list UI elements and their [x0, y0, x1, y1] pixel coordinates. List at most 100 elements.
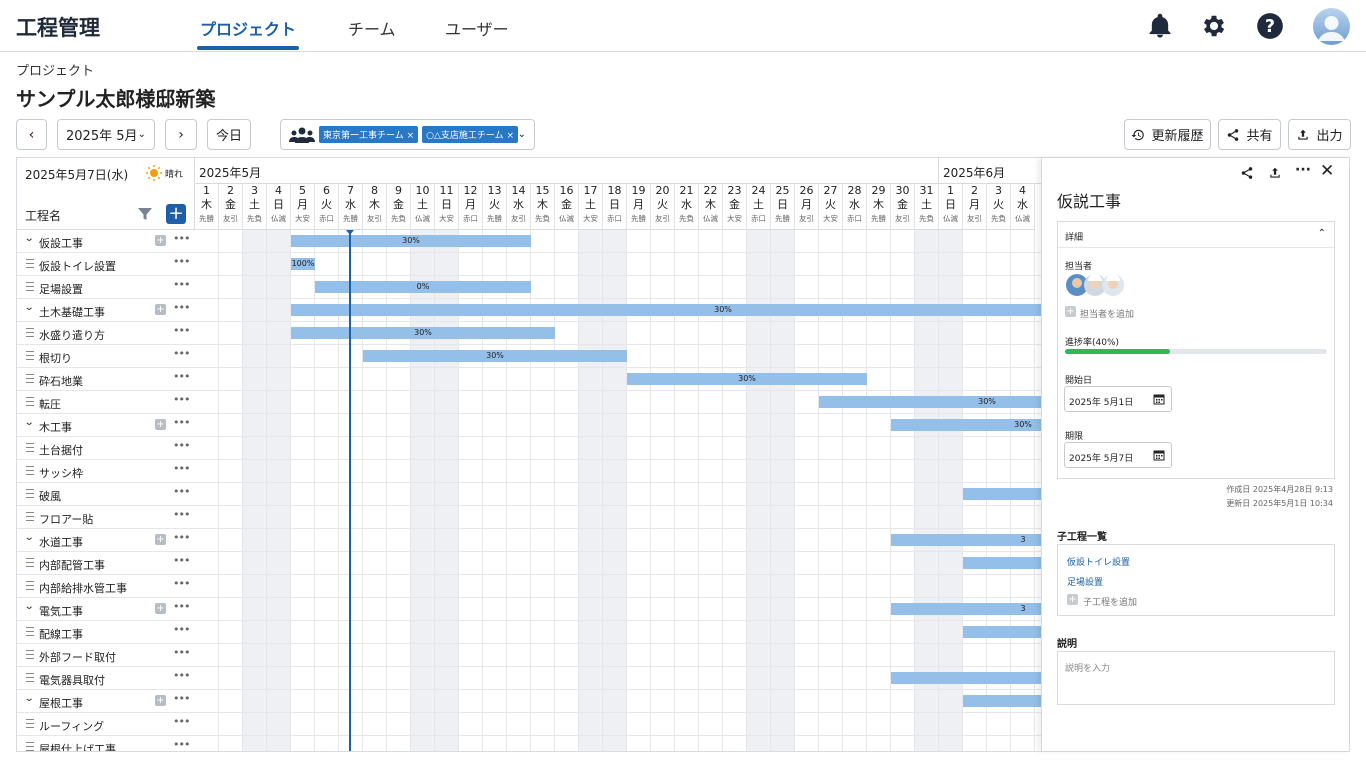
add-subtask-icon[interactable]: + [155, 603, 166, 614]
add-subtask-icon[interactable]: + [155, 534, 166, 545]
drag-handle-icon[interactable] [26, 673, 34, 682]
more-options-icon[interactable]: ••• [173, 393, 190, 406]
add-subtask-icon[interactable]: + [155, 304, 166, 315]
today-button[interactable]: 今日 [207, 119, 251, 150]
drag-handle-icon[interactable] [26, 328, 34, 337]
drag-handle-icon[interactable] [26, 742, 34, 751]
task-bar[interactable]: 30% [363, 350, 627, 362]
child-link[interactable]: 仮設トイレ設置 [1067, 555, 1130, 568]
drag-handle-icon[interactable] [26, 443, 34, 452]
tab-projects[interactable]: プロジェクト [200, 16, 296, 40]
more-options-icon[interactable]: ••• [173, 508, 190, 521]
task-row[interactable]: 電気器具取付 ••• [17, 667, 195, 690]
task-row[interactable]: 根切り ••• [17, 345, 195, 368]
bell-icon[interactable] [1146, 12, 1174, 40]
export-button[interactable]: 出力 [1288, 119, 1351, 150]
more-options-icon[interactable]: ••• [173, 623, 190, 636]
more-options-icon[interactable]: ••• [173, 439, 190, 452]
month-select[interactable]: 2025年 5月 ⌄ [57, 119, 155, 150]
drag-handle-icon[interactable] [26, 397, 34, 406]
breadcrumb[interactable]: プロジェクト [16, 60, 94, 79]
details-section-header[interactable]: 詳細 ⌃ [1058, 222, 1334, 248]
user-avatar[interactable] [1313, 8, 1350, 45]
drag-handle-icon[interactable] [26, 351, 34, 360]
team-filter[interactable]: 東京第一工事チーム × ○△支店施工チーム × ⌄ [280, 119, 535, 150]
more-options-icon[interactable]: ••• [173, 278, 190, 291]
task-bar[interactable]: 30% [291, 235, 531, 247]
task-row[interactable]: サッシ枠 ••• [17, 460, 195, 483]
history-button[interactable]: 更新履歴 [1124, 119, 1211, 150]
drag-handle-icon[interactable] [26, 558, 34, 567]
add-subtask-icon[interactable]: + [155, 695, 166, 706]
more-options-icon[interactable]: ••• [173, 600, 190, 613]
task-row[interactable]: 土台据付 ••• [17, 437, 195, 460]
drag-handle-icon[interactable] [26, 282, 34, 291]
task-group-row[interactable]: ⌄ + 電気工事 ••• [17, 598, 195, 621]
task-row[interactable]: 仮設トイレ設置 ••• [17, 253, 195, 276]
drag-handle-icon[interactable] [26, 627, 34, 636]
tab-teams[interactable]: チーム [348, 16, 396, 40]
drag-handle-icon[interactable] [26, 581, 34, 590]
task-row[interactable]: 水盛り遣り方 ••• [17, 322, 195, 345]
more-options-icon[interactable]: ••• [173, 301, 190, 314]
drag-handle-icon[interactable] [26, 259, 34, 268]
assignee-avatars[interactable] [1065, 273, 1127, 297]
task-row[interactable]: 破風 ••• [17, 483, 195, 506]
add-task-button[interactable]: + [166, 204, 186, 224]
chevron-down-icon[interactable]: ⌄ [24, 693, 35, 704]
task-group-row[interactable]: ⌄ + 仮設工事 ••• [17, 230, 195, 253]
task-group-row[interactable]: ⌄ + 屋根工事 ••• [17, 690, 195, 713]
task-row[interactable]: 配線工事 ••• [17, 621, 195, 644]
tab-users[interactable]: ユーザー [445, 16, 509, 40]
more-options-icon[interactable]: ••• [173, 531, 190, 544]
drag-handle-icon[interactable] [26, 719, 34, 728]
chevron-down-icon[interactable]: ⌄ [518, 129, 526, 140]
gear-icon[interactable] [1200, 12, 1228, 40]
more-options-icon[interactable]: ••• [173, 462, 190, 475]
add-assignee-link[interactable]: 担当者を追加 [1080, 307, 1134, 320]
task-row[interactable]: ルーフィング ••• [17, 713, 195, 736]
add-subtask-icon[interactable]: + [155, 235, 166, 246]
description-input[interactable]: 説明を入力 [1057, 651, 1335, 705]
task-row[interactable]: 転圧 ••• [17, 391, 195, 414]
help-icon[interactable]: ? [1256, 12, 1284, 40]
task-group-row[interactable]: ⌄ + 木工事 ••• [17, 414, 195, 437]
more-options-icon[interactable]: ••• [173, 692, 190, 705]
next-month-button[interactable]: › [165, 119, 197, 150]
drag-handle-icon[interactable] [26, 374, 34, 383]
prev-month-button[interactable]: ‹ [16, 119, 47, 150]
task-row[interactable]: 足場設置 ••• [17, 276, 195, 299]
drag-handle-icon[interactable] [26, 650, 34, 659]
chevron-down-icon[interactable]: ⌄ [24, 601, 35, 612]
share-button[interactable]: 共有 [1218, 119, 1281, 150]
drag-handle-icon[interactable] [26, 489, 34, 498]
drag-handle-icon[interactable] [26, 512, 34, 521]
task-row[interactable]: 屋根仕上げ工事 ••• [17, 736, 195, 751]
more-options-icon[interactable]: ••• [173, 577, 190, 590]
more-options-icon[interactable]: ••• [173, 669, 190, 682]
task-row[interactable]: フロアー貼 ••• [17, 506, 195, 529]
more-options-icon[interactable]: ••• [173, 416, 190, 429]
drag-handle-icon[interactable] [26, 466, 34, 475]
team-chip[interactable]: ○△支店施工チーム × [422, 126, 519, 143]
filter-icon[interactable] [137, 206, 153, 222]
add-subtask-icon[interactable]: + [155, 419, 166, 430]
chevron-down-icon[interactable]: ⌄ [24, 532, 35, 543]
task-bar[interactable]: 30% [627, 373, 867, 385]
chevron-down-icon[interactable]: ⌄ [24, 233, 35, 244]
more-options-icon[interactable]: ••• [173, 324, 190, 337]
task-row[interactable]: 砕石地業 ••• [17, 368, 195, 391]
task-group-row[interactable]: ⌄ + 土木基礎工事 ••• [17, 299, 195, 322]
task-bar[interactable]: 30% [291, 304, 1155, 316]
task-row[interactable]: 内部給排水管工事 ••• [17, 575, 195, 598]
due-date-field[interactable]: 2025年 5月7日 [1064, 442, 1172, 468]
share-icon[interactable] [1240, 166, 1254, 180]
task-row[interactable]: 外部フード取付 ••• [17, 644, 195, 667]
more-options-icon[interactable]: ••• [173, 255, 190, 268]
more-options-icon[interactable]: ••• [173, 347, 190, 360]
more-options-icon[interactable]: ••• [173, 232, 190, 245]
more-options-icon[interactable]: ••• [173, 554, 190, 567]
team-chip[interactable]: 東京第一工事チーム × [319, 126, 419, 143]
more-options-icon[interactable]: ••• [173, 738, 190, 751]
task-bar[interactable]: 0% [315, 281, 531, 293]
